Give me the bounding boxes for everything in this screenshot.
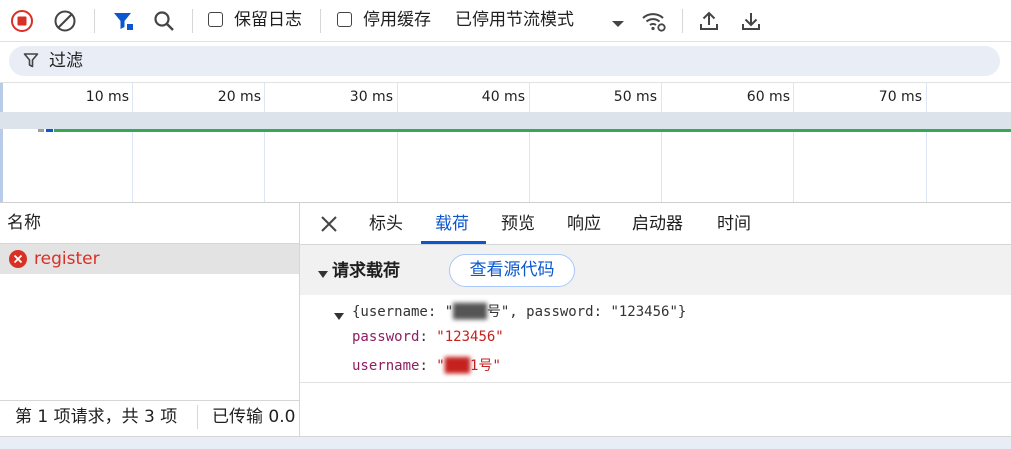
field-value-prefix: " <box>436 358 445 374</box>
tab-headers[interactable]: 标头 <box>369 213 403 235</box>
timeline-tick: 70 ms <box>878 89 922 105</box>
section-header[interactable]: 请求载荷 查看源代码 <box>300 245 1011 295</box>
funnel-icon <box>23 52 39 73</box>
payload-summary-suffix: 号", password: "123456"} <box>486 304 687 320</box>
timeline-request-bar <box>54 129 1011 132</box>
timeline-left-handle[interactable] <box>0 83 3 202</box>
redacted-text: ███ <box>444 358 471 374</box>
throttling-select[interactable]: 已停用节流模式 <box>455 9 574 31</box>
network-toolbar: 保留日志 停用缓存 已停用节流模式 <box>0 0 1011 42</box>
import-har-icon[interactable] <box>696 8 722 34</box>
payload-summary-prefix: {username: " <box>352 304 454 320</box>
timeline-overview[interactable]: 10 ms 20 ms 30 ms 40 ms 50 ms 60 ms 70 m… <box>0 82 1011 203</box>
request-name: register <box>34 249 100 269</box>
network-conditions-icon[interactable] <box>641 8 667 34</box>
disable-cache-label[interactable]: 停用缓存 <box>363 9 431 31</box>
field-value-suffix: 1号" <box>470 358 501 374</box>
tab-timing[interactable]: 时间 <box>717 213 751 235</box>
requests-summary: 第 1 项请求，共 3 项 <box>15 407 178 427</box>
bottom-strip <box>0 436 1011 449</box>
field-key: username <box>352 358 420 374</box>
view-source-button[interactable]: 查看源代码 <box>449 254 575 287</box>
section-title: 请求载荷 <box>332 261 400 281</box>
timeline-tick: 20 ms <box>217 89 261 105</box>
request-list: 名称 register 第 1 项请求，共 3 项 已传输 0.0 <box>0 202 300 437</box>
name-column-header[interactable]: 名称 <box>7 212 41 234</box>
preserve-log-label[interactable]: 保留日志 <box>234 9 302 31</box>
table-row[interactable]: register <box>0 244 299 274</box>
error-icon <box>9 250 27 272</box>
timeline-tick: 10 ms <box>85 89 129 105</box>
timeline-ttfb-segment <box>46 129 53 132</box>
preserve-log-checkbox[interactable] <box>208 12 223 27</box>
field-key: password <box>352 329 420 345</box>
disable-cache-checkbox[interactable] <box>337 12 352 27</box>
timeline-tick: 30 ms <box>349 89 393 105</box>
redacted-text: ████ <box>453 304 487 320</box>
timeline-tick: 40 ms <box>481 89 525 105</box>
search-icon[interactable] <box>151 8 177 34</box>
payload-field-password: password: "123456" <box>352 329 504 345</box>
triangle-down-icon[interactable] <box>334 309 344 324</box>
field-value: "123456" <box>436 329 504 345</box>
export-har-icon[interactable] <box>738 8 764 34</box>
clear-icon[interactable] <box>52 8 78 34</box>
tab-preview[interactable]: 预览 <box>501 213 535 235</box>
transferred-size: 已传输 0.0 <box>212 407 296 427</box>
timeline-tick: 60 ms <box>746 89 790 105</box>
request-details: 标头 载荷 预览 响应 启动器 时间 请求载荷 查看源代码 {username:… <box>300 202 1011 437</box>
timeline-tick: 50 ms <box>613 89 657 105</box>
triangle-down-icon[interactable] <box>318 267 328 282</box>
timeline-track <box>0 112 1011 129</box>
payload-field-username: username: "███1号" <box>352 358 501 374</box>
filter-icon[interactable] <box>110 8 136 34</box>
stop-recording-icon[interactable] <box>9 8 35 34</box>
tab-initiator[interactable]: 启动器 <box>632 213 683 235</box>
chevron-down-icon[interactable] <box>611 17 625 32</box>
close-icon[interactable] <box>320 215 338 237</box>
filter-placeholder: 过滤 <box>49 51 83 71</box>
payload-summary[interactable]: {username: "████号", password: "123456"} <box>352 301 686 321</box>
tab-response[interactable]: 响应 <box>567 213 601 235</box>
timeline-stalled-segment <box>38 129 44 132</box>
tab-payload[interactable]: 载荷 <box>435 213 469 235</box>
filter-input[interactable]: 过滤 <box>9 46 1000 76</box>
